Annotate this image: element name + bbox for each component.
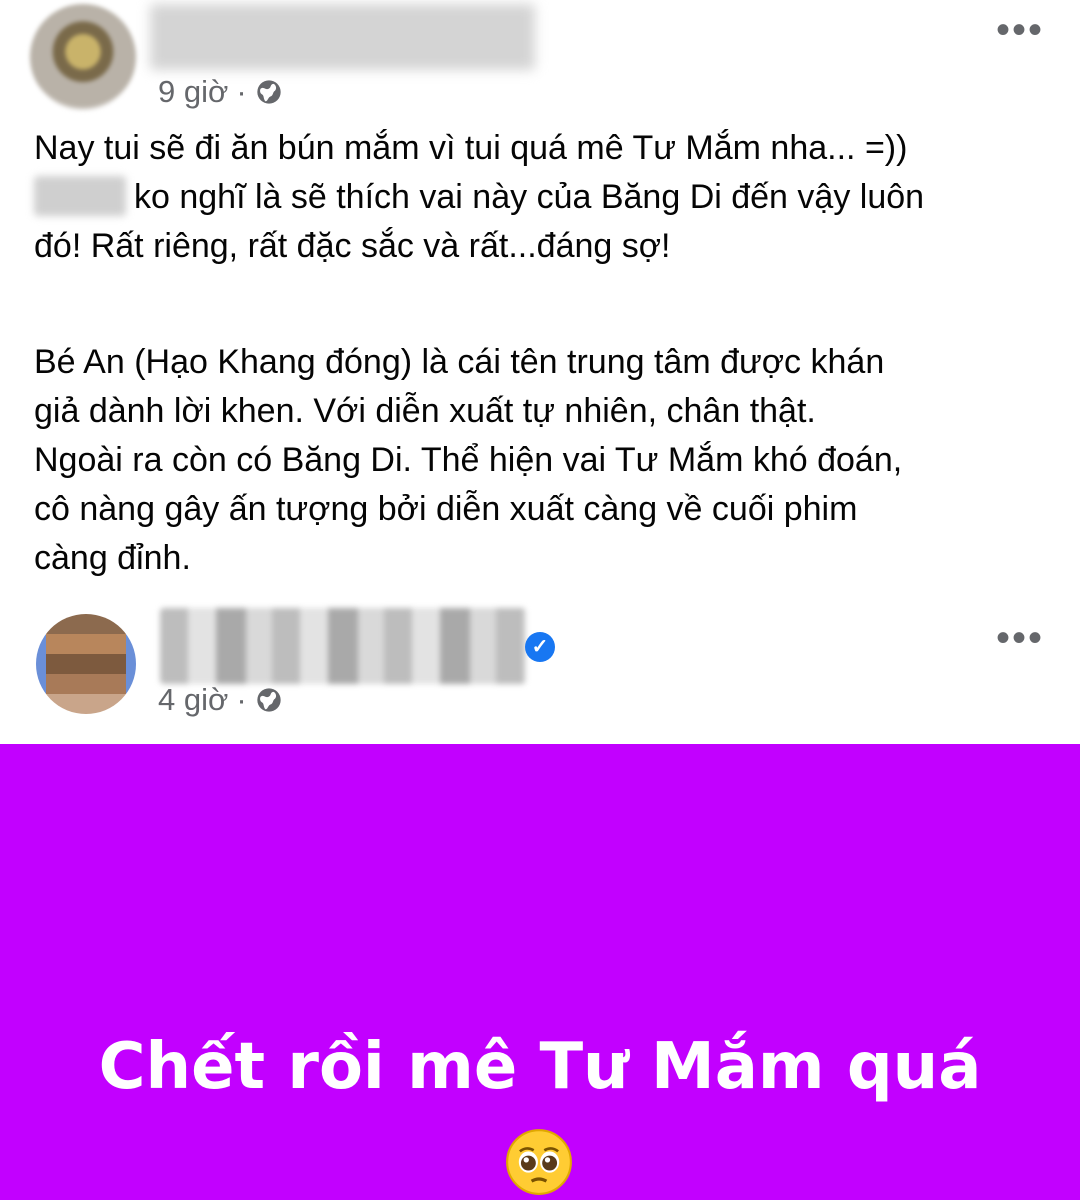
author-name-blurred[interactable] xyxy=(150,4,535,70)
verified-badge-icon: ✓ xyxy=(525,632,555,662)
meta-separator: · xyxy=(236,74,247,109)
post-text-line: càng đỉnh. xyxy=(34,539,191,577)
author-name-blurred[interactable] xyxy=(160,608,526,684)
post-text-line: Ngoài ra còn có Băng Di. Thể hiện vai Tư… xyxy=(34,441,903,479)
background-post-text: Chết rồi mê Tư Mắm quá xyxy=(98,1030,982,1104)
censored-name xyxy=(34,176,126,216)
post-text-line: cô nàng gây ấn tượng bởi diễn xuất càng … xyxy=(34,490,858,528)
post-meta: 4 giờ · xyxy=(158,682,283,718)
post-text-line: Nay tui sẽ đi ăn bún mắm vì tui quá mê T… xyxy=(34,129,908,167)
author-avatar[interactable] xyxy=(36,614,136,714)
more-options-icon[interactable]: ••• xyxy=(996,618,1044,658)
post-text-paragraph-1: Nay tui sẽ đi ăn bún mắm vì tui quá mê T… xyxy=(34,124,1054,271)
pleading-face-emoji-icon xyxy=(506,1129,572,1195)
post-time[interactable]: 4 giờ xyxy=(158,682,228,718)
post-text-line: đó! Rất riêng, rất đặc sắc và rất...đáng… xyxy=(34,227,671,265)
globe-icon xyxy=(256,688,281,712)
more-options-icon[interactable]: ••• xyxy=(996,10,1044,50)
globe-icon xyxy=(256,80,281,104)
post-time[interactable]: 9 giờ xyxy=(158,74,228,110)
post-text-line: giả dành lời khen. Với diễn xuất tự nhiê… xyxy=(34,392,816,430)
author-avatar[interactable] xyxy=(30,4,136,110)
post-text-line: ko nghĩ là sẽ thích vai này của Băng Di … xyxy=(34,173,1054,222)
post-text-paragraph-2: Bé An (Hạo Khang đóng) là cái tên trung … xyxy=(34,338,1054,583)
meta-separator: · xyxy=(236,682,247,717)
post-meta: 9 giờ · xyxy=(158,74,283,110)
post-text-line: Bé An (Hạo Khang đóng) là cái tên trung … xyxy=(34,343,885,381)
